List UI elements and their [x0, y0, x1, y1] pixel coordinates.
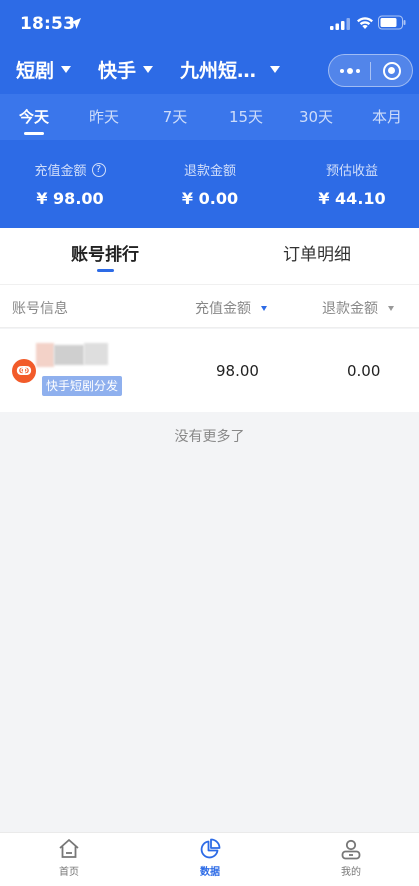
pie-chart-icon: [200, 838, 221, 859]
tab-30-days[interactable]: 30天: [286, 106, 346, 127]
caret-down-icon: [143, 66, 154, 73]
filter-platform-dropdown[interactable]: 快手: [98, 56, 154, 83]
bottom-tab-mine[interactable]: 我的: [311, 837, 391, 878]
metric-refund-label: 退款金额: [183, 164, 236, 179]
metric-refund-value: ¥ 0.00: [181, 189, 239, 208]
status-time: 18:53: [20, 14, 76, 34]
wifi-icon: [357, 17, 373, 29]
close-miniprogram-button[interactable]: [371, 61, 412, 80]
sub-tabs: 账号排行 订单明细: [0, 228, 419, 284]
table-header: 账号信息 充值金额 退款金额: [0, 284, 419, 328]
filter-account-dropdown[interactable]: 九州短…: [180, 56, 281, 83]
bottom-tab-bar: 首页 数据 我的: [0, 832, 419, 886]
caret-down-icon: [270, 66, 281, 73]
more-dot-icon: [339, 68, 344, 73]
tab-15-days[interactable]: 15天: [216, 106, 276, 127]
tab-yesterday[interactable]: 昨天: [74, 106, 134, 127]
column-recharge-label: 充值金额: [195, 301, 251, 317]
active-tab-indicator: [24, 132, 44, 135]
bottom-tab-mine-label: 我的: [341, 867, 361, 878]
column-account-info: 账号信息: [12, 301, 68, 317]
cellular-signal-icon: [330, 18, 350, 30]
caret-down-icon: [61, 66, 72, 73]
filter-bar: 短剧 快手 九州短…: [0, 48, 419, 94]
tab-7-days[interactable]: 7天: [145, 106, 205, 127]
sort-down-icon: [261, 305, 267, 311]
redacted-account-name: [36, 343, 54, 367]
platform-tag: 快手短剧分发: [42, 376, 123, 396]
filter-category-dropdown[interactable]: 短剧: [16, 56, 72, 83]
redacted-account-name: [54, 345, 84, 365]
user-icon: [341, 839, 361, 860]
metrics-summary: 充值金额 ? ¥ 98.00 退款金额 ¥ 0.00 预估收益 ¥ 44.10: [0, 150, 419, 220]
metric-recharge: 充值金额 ? ¥ 98.00: [0, 160, 140, 208]
location-arrow-icon: [70, 18, 81, 29]
column-refund-sort[interactable]: 退款金额: [322, 298, 394, 318]
bottom-tab-data-label: 数据: [200, 867, 220, 878]
tab-account-ranking[interactable]: 账号排行: [30, 240, 180, 265]
more-dot-icon: [355, 68, 360, 73]
battery-icon: [378, 15, 406, 30]
metric-income-value: ¥ 44.10: [318, 189, 386, 208]
tab-today[interactable]: 今天: [4, 106, 64, 127]
home-icon: [59, 839, 79, 858]
metric-income-label: 预估收益: [325, 164, 378, 179]
more-options-button[interactable]: [329, 67, 370, 74]
metric-refund: 退款金额 ¥ 0.00: [140, 160, 280, 208]
filter-category-label: 短剧: [16, 60, 55, 82]
bottom-tab-data[interactable]: 数据: [170, 837, 250, 878]
active-subtab-indicator: [97, 269, 114, 272]
more-dot-icon: [346, 67, 353, 74]
sort-down-icon: [388, 305, 394, 311]
metric-recharge-label: 充值金额: [34, 164, 87, 179]
avatar: ↂ: [12, 359, 36, 383]
column-refund-label: 退款金额: [322, 301, 378, 317]
no-more-text: 没有更多了: [174, 429, 245, 445]
target-icon: [382, 61, 401, 80]
header: 18:53 短剧 快手 九州短… 今天 昨天 7天 15天 30天 本月 充值金…: [0, 0, 419, 228]
bottom-tab-home-label: 首页: [59, 867, 79, 878]
status-bar: 18:53: [0, 0, 419, 48]
table-row[interactable]: ↂ 快手短剧分发 98.00 0.00: [0, 329, 419, 412]
row-recharge-value: 98.00: [216, 362, 259, 380]
metric-recharge-value: ¥ 98.00: [36, 189, 104, 208]
help-icon[interactable]: ?: [91, 162, 106, 177]
tab-this-month[interactable]: 本月: [357, 106, 417, 127]
redacted-account-name: [84, 343, 108, 365]
filter-platform-label: 快手: [98, 60, 137, 82]
filter-account-label: 九州短…: [180, 60, 257, 82]
bottom-tab-home[interactable]: 首页: [29, 837, 109, 878]
row-refund-value: 0.00: [347, 362, 381, 380]
column-recharge-sort[interactable]: 充值金额: [195, 298, 267, 318]
day-range-tabs: 今天 昨天 7天 15天 30天 本月: [0, 94, 419, 140]
metric-estimated-income: 预估收益 ¥ 44.10: [282, 160, 419, 208]
tab-order-details[interactable]: 订单明细: [242, 240, 392, 265]
miniprogram-capsule: [328, 54, 413, 87]
